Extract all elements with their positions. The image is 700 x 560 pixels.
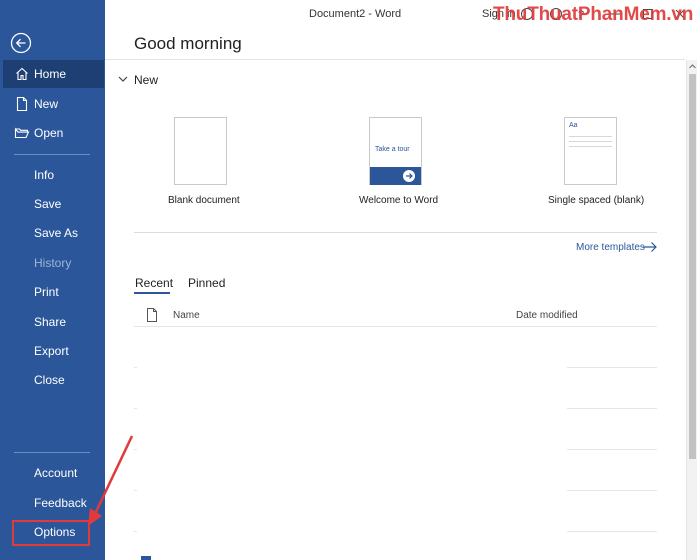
sidebar-item-label: Home — [34, 67, 67, 81]
sidebar-item-history: History — [0, 249, 105, 277]
template-line — [569, 141, 612, 142]
sidebar-item-close[interactable]: Close — [0, 366, 105, 394]
sidebar-item-save-as[interactable]: Save As — [0, 219, 105, 247]
watermark-logo: ThuThuatPhanMem.vn — [493, 4, 694, 25]
sidebar-item-label: Close — [34, 373, 65, 387]
template-caption: Single spaced (blank) — [548, 195, 645, 206]
back-arrow-icon[interactable] — [10, 32, 32, 54]
sidebar-item-label: Save — [34, 197, 62, 211]
more-templates-link[interactable]: More templates — [576, 242, 645, 253]
sidebar-item-label: Info — [34, 168, 55, 182]
sidebar-item-label: Account — [34, 466, 78, 480]
template-blank-document[interactable]: Blank document — [150, 115, 250, 215]
header-divider — [105, 59, 685, 60]
arrow-right-icon[interactable] — [642, 240, 658, 254]
redacted-recent-files — [137, 329, 567, 560]
window-title: Document2 - Word — [309, 8, 402, 20]
word-file-icon — [141, 556, 151, 560]
sidebar-item-label: History — [34, 256, 72, 270]
scroll-up-icon[interactable] — [688, 62, 697, 71]
sidebar-divider — [14, 452, 90, 453]
tab-recent[interactable]: Recent — [135, 276, 173, 290]
title-bar: Document2 - Word Sign in ? ThuThuatPhanM… — [105, 0, 700, 28]
sidebar-item-label: Save As — [34, 226, 79, 240]
template-thumbnail: Take a tour — [369, 117, 422, 185]
sidebar-item-label: Print — [34, 285, 59, 299]
open-folder-icon — [14, 127, 30, 139]
template-line — [569, 136, 612, 137]
sidebar-item-save[interactable]: Save — [0, 190, 105, 218]
sidebar-item-label: Feedback — [34, 496, 87, 510]
home-icon — [16, 67, 28, 81]
vertical-scrollbar[interactable] — [686, 60, 697, 560]
new-section-title: New — [134, 73, 159, 87]
sidebar-item-share[interactable]: Share — [0, 308, 105, 336]
template-thumb-text: Take a tour — [375, 146, 410, 153]
template-thumbnail: Aa — [564, 117, 617, 185]
new-document-icon — [16, 96, 28, 112]
sidebar-item-info[interactable]: Info — [0, 161, 105, 189]
template-caption: Welcome to Word — [359, 195, 439, 206]
column-header-date[interactable]: Date modified — [516, 310, 578, 321]
active-tab-indicator — [134, 292, 170, 294]
sidebar-item-label: Share — [34, 315, 67, 329]
section-divider — [134, 232, 657, 233]
scrollbar-thumb[interactable] — [689, 74, 696, 459]
chevron-down-icon[interactable] — [116, 72, 130, 86]
tab-pinned[interactable]: Pinned — [188, 276, 225, 290]
annotation-arrow — [88, 435, 134, 526]
template-thumb-text: Aa — [569, 122, 578, 129]
sidebar-item-open[interactable]: Open — [0, 119, 105, 147]
sidebar-item-print[interactable]: Print — [0, 278, 105, 306]
page-title: Good morning — [134, 34, 242, 53]
arrow-right-icon — [403, 170, 415, 182]
template-thumbnail — [174, 117, 227, 185]
sidebar-divider — [14, 154, 90, 155]
template-single-spaced[interactable]: Aa Single spaced (blank) — [540, 115, 650, 215]
template-caption: Blank document — [168, 195, 240, 206]
column-header-name[interactable]: Name — [173, 310, 200, 321]
template-line — [569, 146, 612, 147]
sidebar-item-new[interactable]: New — [0, 90, 105, 118]
file-icon — [147, 308, 157, 322]
sidebar-item-label: Open — [34, 126, 64, 140]
options-highlight-box — [12, 520, 90, 546]
template-welcome-to-word[interactable]: Take a tour Welcome to Word — [345, 115, 455, 215]
sidebar-item-home[interactable]: Home — [3, 60, 104, 88]
sidebar-item-export[interactable]: Export — [0, 337, 105, 365]
sidebar-item-label: New — [34, 97, 59, 111]
table-row-divider — [134, 326, 657, 327]
sidebar-item-label: Export — [34, 344, 69, 358]
